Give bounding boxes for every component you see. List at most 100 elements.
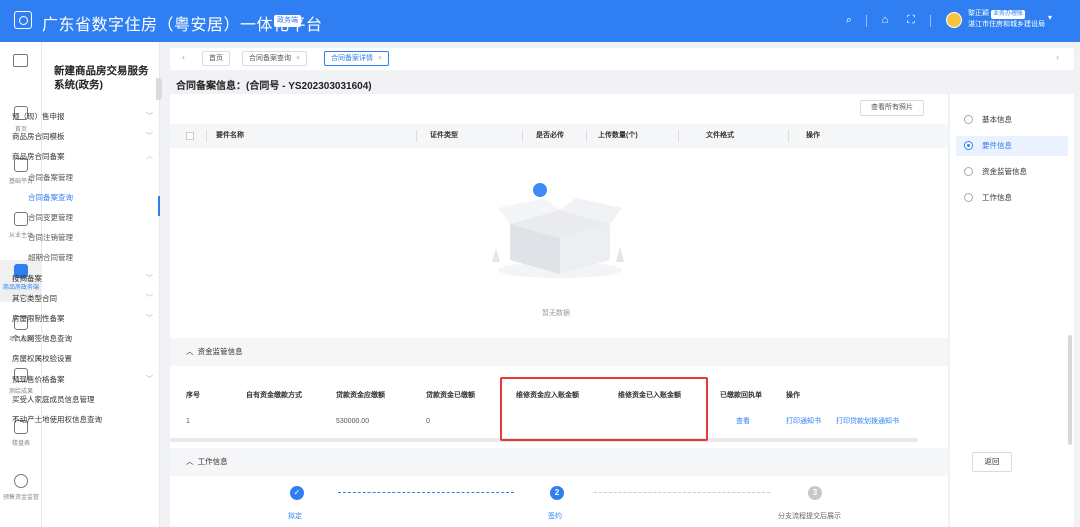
column-header: 要件名称 [216,132,244,139]
anchor-basic-info[interactable]: 基本信息 [956,110,1068,130]
column-header: 操作 [806,132,820,139]
tab-label: 首页 [209,55,223,62]
work-section-title: ︿ 工作信息 [186,448,228,476]
fund-section-header[interactable]: ︿ 资金监管信息 [170,338,948,366]
chevron-down-icon[interactable]: ﹀ [146,110,153,124]
rail-label: 楼盘表 [11,441,30,447]
sidebar-item[interactable]: 其它类型合同 [12,292,112,306]
column-divider [586,130,587,142]
column-header: 贷款资金已缴额 [426,392,475,399]
sidebar-item[interactable]: 合同变更管理 [28,211,128,225]
sidebar-item[interactable]: 个人网签信息查询 [12,332,112,346]
work-section-header[interactable]: ︿ 工作信息 [170,448,948,476]
user-name-text: 黎正颖 [968,10,989,17]
home-icon[interactable]: ⌂ [878,13,892,27]
sidebar-item[interactable]: 商品房合同模板 [12,130,112,144]
column-divider [678,130,679,142]
view-all-photos-button[interactable]: 查看所有照片 [860,100,924,116]
chevron-down-icon[interactable]: ﹀ [146,373,153,387]
detail-panel: 查看所有照片 要件名称 证件类型 是否必传 上传数量(个) 文件格式 操作 暂无… [170,94,948,527]
anchor-attachments[interactable]: 要件信息 [956,136,1068,156]
avatar[interactable] [946,12,962,28]
step-label: 拟定 [288,513,302,520]
search-icon[interactable]: ⌕ [842,13,856,27]
anchor-label: 工作信息 [982,193,1012,202]
radio-icon [964,193,973,202]
column-divider [788,130,789,142]
print-loan-notice-link[interactable]: 打印贷款划拨通知书 [836,410,899,434]
anchor-label: 要件信息 [982,141,1012,150]
attachments-table-header: 要件名称 证件类型 是否必传 上传数量(个) 文件格式 操作 [170,124,948,148]
view-receipt-link[interactable]: 查看 [736,410,750,434]
fund-icon [14,474,28,488]
back-button[interactable]: 返回 [972,452,1012,472]
page-title: 合同备案信息：(合同号 - YS202303031604) [176,81,372,92]
sidebar-item[interactable]: 超期合同管理 [28,251,128,265]
anchor-work-info[interactable]: 工作信息 [956,188,1068,208]
select-all-checkbox[interactable] [186,132,194,140]
column-divider [416,130,417,142]
step-label: 签约 [548,513,562,520]
sidebar-item[interactable]: 预（现）售申报 [12,110,112,124]
rail-item-presale-fund[interactable]: 预售资金监管 [0,474,42,501]
sidebar-item[interactable]: 合同注销管理 [28,231,128,245]
sidebar-item[interactable]: 商品房合同备案 [12,150,112,164]
collapse-icon: ︿ [186,457,194,466]
rail-label: 预售资金监管 [2,495,39,501]
close-icon[interactable]: × [378,55,382,62]
top-bar: 广东省数字住房（粤安居）一体化平台 政务端 ⌕ ⌂ ⛶ 黎正颖 业务办理账 湛江市… [0,0,1080,42]
user-organization: 湛江市住房和城乡建设局 [968,21,1045,28]
sidebar-item[interactable]: 预现售价格备案 [12,373,112,387]
chevron-down-icon[interactable]: ﹀ [146,312,153,326]
close-icon[interactable]: × [296,55,300,62]
print-notice-link[interactable]: 打印通知书 [786,410,821,434]
sidebar-item[interactable]: 房屋限制性备案 [12,312,112,326]
tab-contract-detail[interactable]: 合同备案详情 × [324,51,390,66]
column-header: 序号 [186,392,200,399]
section-anchor-panel: 基本信息 要件信息 资金监管信息 工作信息 返回 [950,94,1074,527]
chevron-down-icon[interactable]: ﹀ [146,292,153,306]
anchor-fund-supervision[interactable]: 资金监管信息 [956,162,1068,182]
column-header: 文件格式 [706,132,734,139]
sidebar-item[interactable]: 买受人家庭成员信息管理 [12,393,112,407]
sidebar-item[interactable]: 不动产土地使用权信息查询 [12,413,112,427]
radio-icon [964,167,973,176]
tab-label: 合同备案查询 [249,55,291,62]
column-header: 上传数量(个) [598,132,638,139]
app-logo-icon [14,11,32,29]
chevron-down-icon[interactable]: ﹀ [146,272,153,286]
vertical-scrollbar[interactable] [1068,335,1072,445]
anchor-label: 基本信息 [982,115,1012,124]
chevron-down-icon[interactable]: ﹀ [146,130,153,144]
tab-contract-query[interactable]: 合同备案查询 × [242,51,308,66]
sidebar-item[interactable]: 合同备案管理 [28,171,128,185]
section-title-text: 工作信息 [197,457,228,466]
sidebar-item[interactable]: 房屋权属校验设置 [12,352,112,366]
user-menu-caret-icon[interactable]: ▾ [1048,13,1052,22]
step-connector [338,492,514,493]
loan-due-amount: 530000.00 [336,418,370,425]
anchor-label: 资金监管信息 [982,167,1027,176]
step-label: 分支流程提交后展示 [778,513,841,520]
tab-home[interactable]: 首页 [202,51,230,66]
sidebar-item[interactable]: 按揭备案 [12,272,112,286]
step-done-icon: ✓ [290,486,304,500]
menu-active-indicator [158,196,160,216]
user-name[interactable]: 黎正颖 业务办理账 [968,9,1026,19]
chevron-up-icon[interactable]: ︿ [146,150,153,164]
radio-icon [964,115,973,124]
portal-badge: 政务端 [274,15,301,27]
tab-scroll-right-icon[interactable]: › [1056,52,1059,62]
section-title-text: 资金监管信息 [197,347,243,356]
empty-box-illustration [492,183,624,278]
menu-toggle-icon[interactable] [13,54,28,67]
tab-scroll-left-icon[interactable]: ‹ [182,52,185,62]
sidebar-item[interactable]: 合同备案查询 [28,191,128,205]
user-role-badge: 业务办理账 [991,10,1026,19]
column-header: 已缴款回执单 [720,392,762,399]
menu-collapse-handle[interactable] [156,78,162,100]
building-icon [14,212,28,226]
fullscreen-icon[interactable]: ⛶ [904,13,918,27]
radio-icon [964,141,973,150]
top-divider [930,15,931,27]
